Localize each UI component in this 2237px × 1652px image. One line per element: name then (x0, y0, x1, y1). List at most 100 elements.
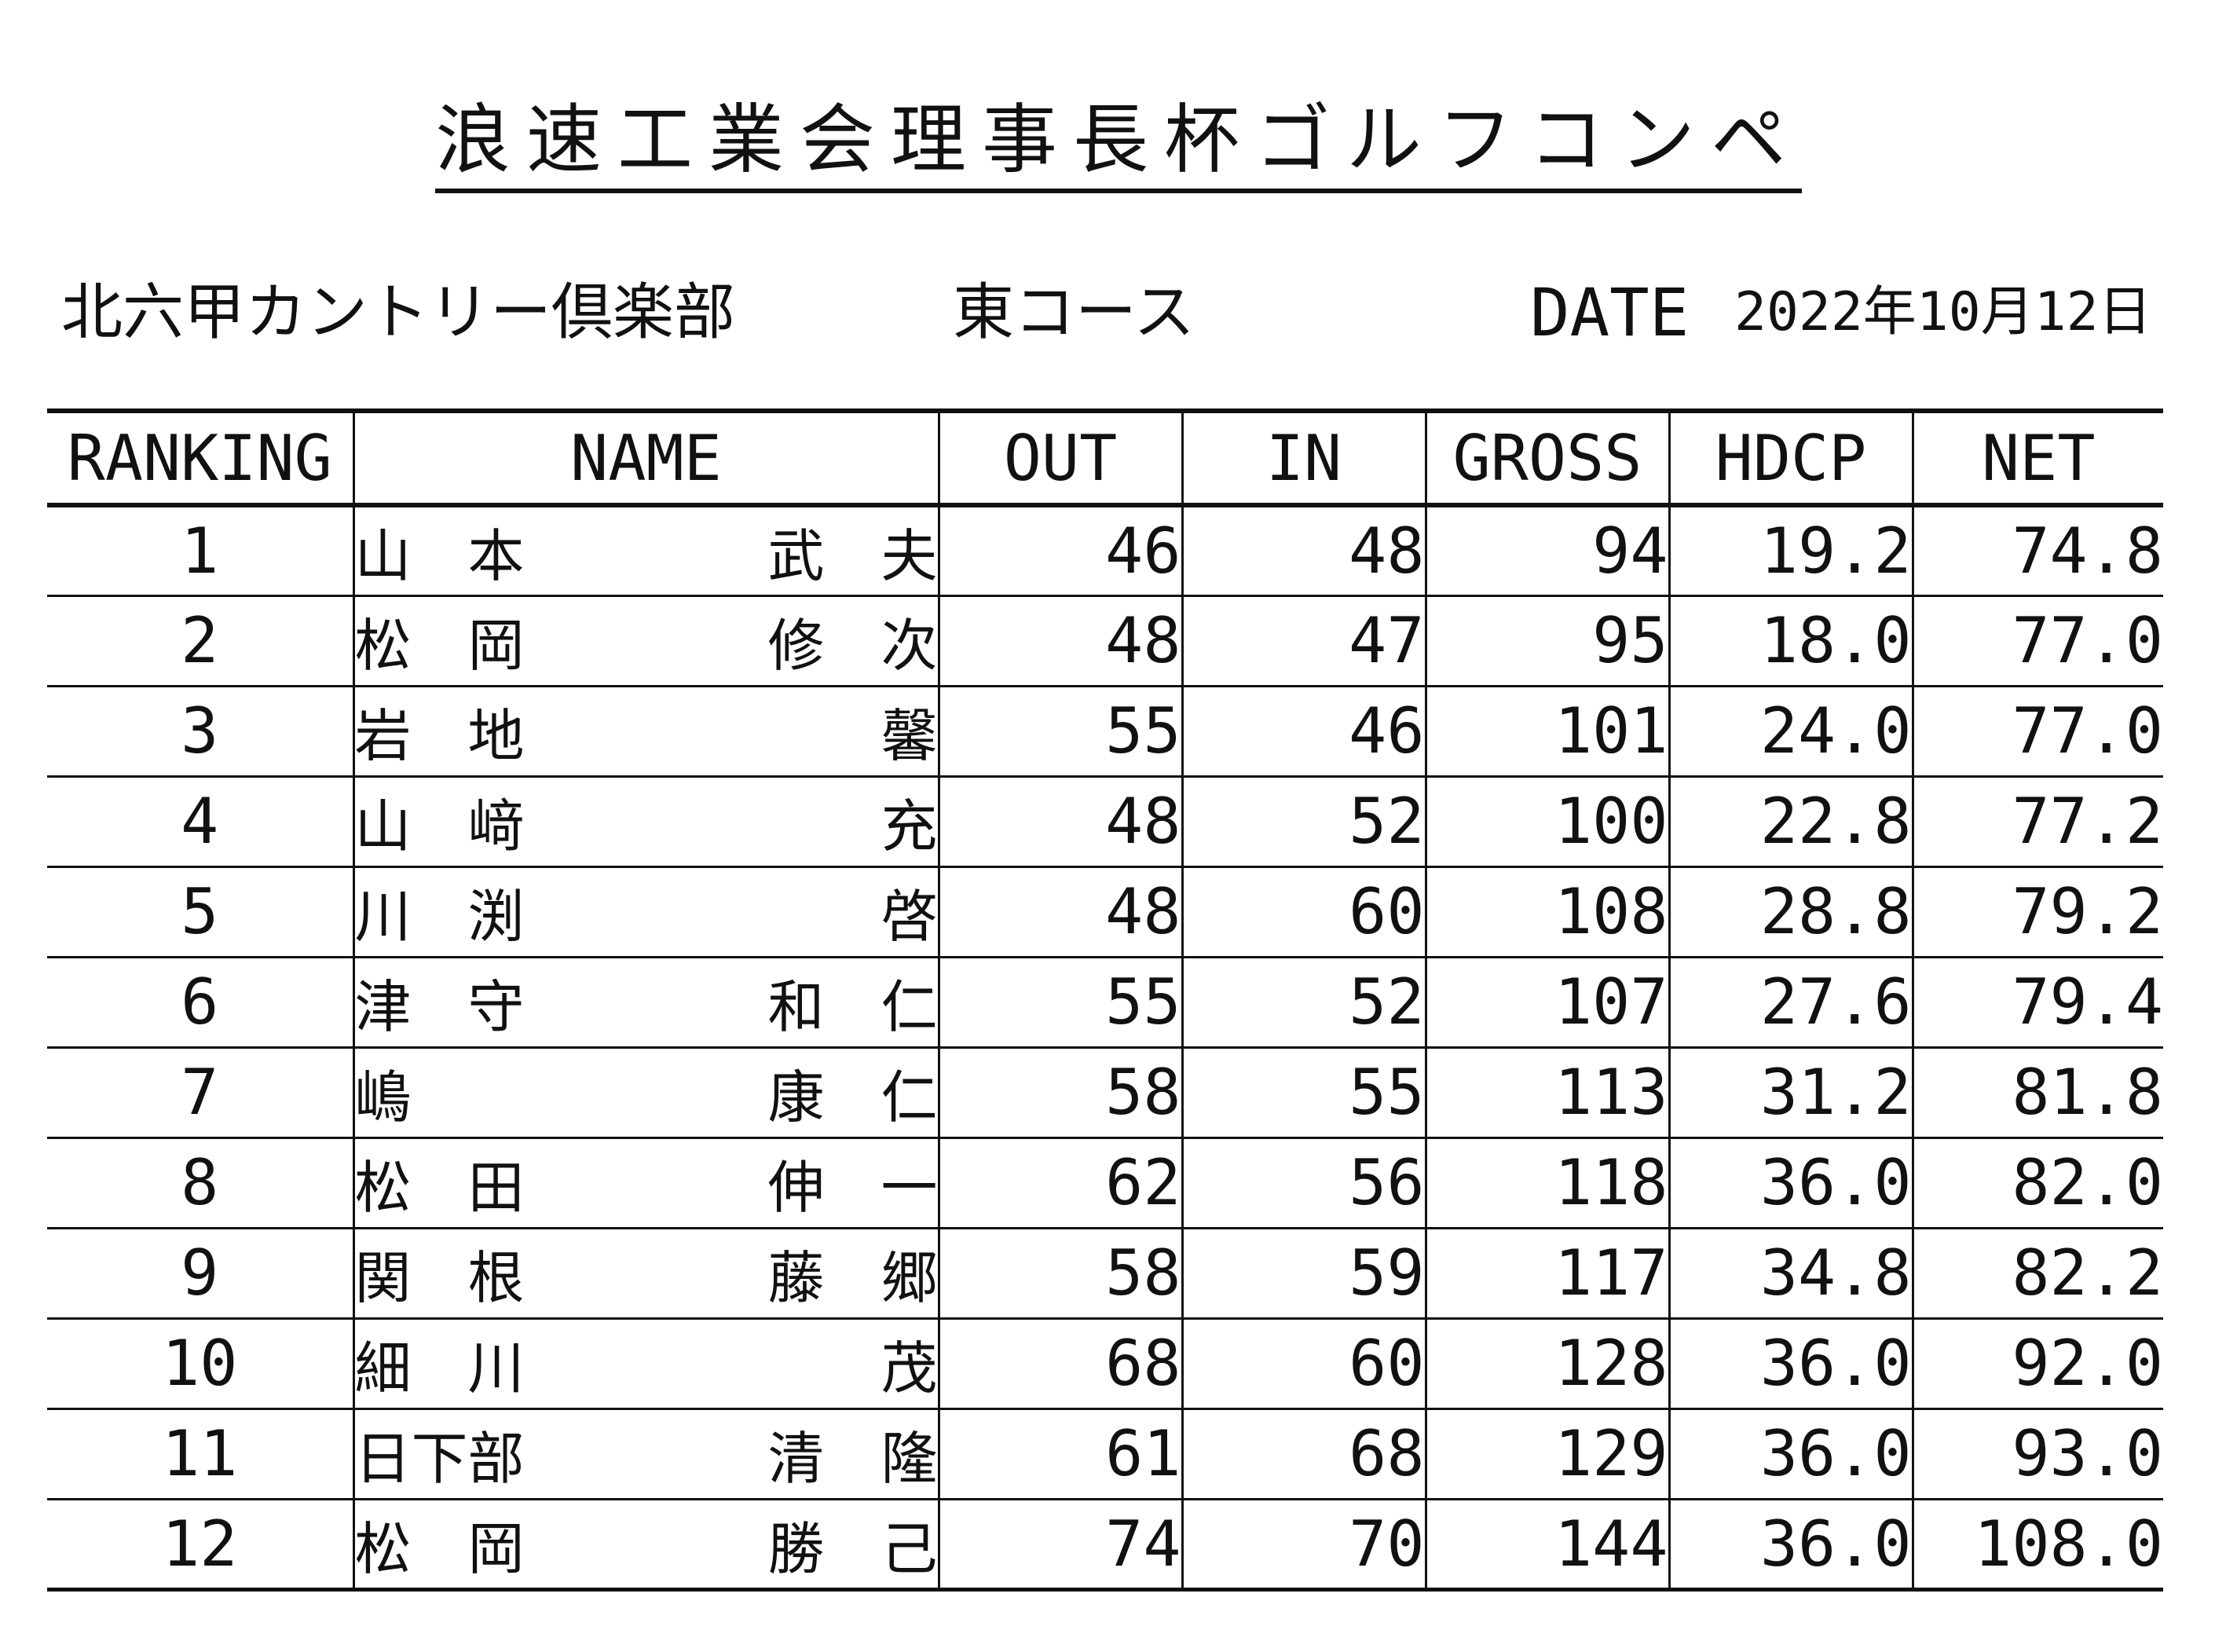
table-row: 7嶋 康 仁 58 55 113 31.2 81.8 (47, 1047, 2163, 1139)
col-header-gross: GROSS (1424, 408, 1669, 507)
hdcp-cell: 28.8 (1668, 866, 1913, 958)
name-cell: 細 川茂 (352, 1318, 939, 1410)
name-wrap: 山 本武 夫 (356, 510, 938, 592)
family-name: 川 渕 (354, 884, 525, 950)
out-cell: 61 (937, 1408, 1182, 1500)
name-wrap: 松 岡修 次 (354, 599, 938, 682)
given-name: 勝 己 (767, 1515, 938, 1582)
name-cell: 日下部 清 隆 (352, 1408, 939, 1500)
out-cell: 48 (937, 866, 1182, 958)
name-cell: 関 根藤 郷 (352, 1228, 939, 1320)
net-cell: 108.0 (1911, 1499, 2163, 1592)
table-row: 8松 田 伸 一 62 56 118 36.0 82.0 (47, 1137, 2163, 1229)
in-cell: 60 (1181, 1318, 1426, 1410)
name-wrap: 嶋康 仁 (354, 1051, 938, 1134)
col-header-in: IN (1181, 408, 1426, 507)
hdcp-cell: 18.0 (1668, 595, 1913, 687)
rank-cell: 4 (47, 776, 353, 868)
name-wrap: 松 岡勝 己 (356, 1503, 938, 1585)
gross-cell: 129 (1424, 1408, 1669, 1500)
out-cell: 68 (937, 1318, 1182, 1410)
name-cell: 岩 地馨 (352, 686, 939, 778)
table-row: 1山 本 武 夫 46 48 94 19.2 74.8 (47, 505, 2163, 597)
net-cell: 82.0 (1911, 1137, 2163, 1229)
table-row: 10 細 川 茂 68 60 128 36.0 92.0 (47, 1318, 2163, 1410)
name-cell: 山 本武 夫 (352, 505, 939, 597)
rank-cell: 12 (47, 1499, 353, 1592)
name-wrap: 岩 地馨 (354, 690, 938, 772)
family-name: 細 川 (354, 1335, 525, 1401)
subtitle-line: 北六甲カントリー倶楽部 東コース DATE 2022年10月12日 (61, 273, 2166, 352)
out-cell: 55 (937, 957, 1182, 1049)
rank-cell: 1 (47, 505, 353, 597)
in-cell: 55 (1181, 1047, 1426, 1139)
out-cell: 55 (937, 686, 1182, 778)
given-name: 清 隆 (767, 1426, 938, 1492)
in-cell: 46 (1181, 686, 1426, 778)
name-wrap: 細 川茂 (354, 1322, 938, 1405)
col-header-ranking: RANKING (47, 408, 353, 507)
name-cell: 山 﨑充 (352, 776, 939, 868)
rank-cell: 9 (47, 1228, 353, 1320)
table-row: 4山 﨑 充 48 52 100 22.8 77.2 (47, 776, 2163, 868)
family-name: 関 根 (354, 1245, 525, 1311)
gross-cell: 107 (1424, 957, 1669, 1049)
in-cell: 52 (1181, 776, 1426, 868)
venue-name: 北六甲カントリー倶楽部 (61, 277, 736, 348)
gross-cell: 113 (1424, 1047, 1669, 1139)
out-cell: 48 (937, 595, 1182, 687)
col-header-name: NAME (352, 408, 939, 507)
gross-cell: 144 (1424, 1499, 1669, 1592)
given-name: 康 仁 (767, 1064, 938, 1130)
out-cell: 58 (937, 1228, 1182, 1320)
course-name: 東コース (953, 277, 1195, 348)
given-name: 馨 (881, 703, 938, 769)
given-name: 和 仁 (767, 974, 938, 1040)
gross-cell: 95 (1424, 595, 1669, 687)
net-cell: 93.0 (1911, 1408, 2163, 1500)
name-cell: 津 守和 仁 (352, 957, 939, 1049)
family-name: 嶋 (354, 1064, 412, 1130)
table-row: 11 日下部 清 隆 61 68 129 36.0 93.0 (47, 1408, 2163, 1500)
in-cell: 56 (1181, 1137, 1426, 1229)
gross-cell: 128 (1424, 1318, 1669, 1410)
family-name: 日下部 (354, 1426, 525, 1492)
table-row: 9関 根 藤 郷 58 59 117 34.8 82.2 (47, 1228, 2163, 1320)
given-name: 啓 (881, 884, 938, 950)
table-row: 12 松 岡 勝 己 74 70 144 36.0 108.0 (47, 1499, 2163, 1592)
table-row: 6津 守 和 仁 55 52 107 27.6 79.4 (47, 957, 2163, 1049)
rank-cell: 6 (47, 957, 353, 1049)
rank-cell: 8 (47, 1137, 353, 1229)
net-cell: 79.2 (1911, 866, 2163, 958)
out-cell: 46 (937, 505, 1182, 597)
hdcp-cell: 36.0 (1668, 1137, 1913, 1229)
hdcp-cell: 31.2 (1668, 1047, 1913, 1139)
family-name: 松 岡 (354, 613, 525, 679)
in-cell: 68 (1181, 1408, 1426, 1500)
out-cell: 62 (937, 1137, 1182, 1229)
out-cell: 58 (937, 1047, 1182, 1139)
name-cell: 嶋康 仁 (352, 1047, 939, 1139)
table-row: 5川 渕 啓 48 60 108 28.8 79.2 (47, 866, 2163, 958)
rank-cell: 10 (47, 1318, 353, 1410)
title-text: 浪速工業会理事長杯ゴルフコンペ (435, 102, 1802, 193)
given-name: 伸 一 (767, 1155, 938, 1221)
out-cell: 48 (937, 776, 1182, 868)
name-wrap: 関 根藤 郷 (354, 1232, 938, 1314)
rank-cell: 11 (47, 1408, 353, 1500)
header-row: RANKING NAME OUT IN GROSS HDCP NET (47, 408, 2163, 507)
gross-cell: 94 (1424, 505, 1669, 597)
rank-cell: 2 (47, 595, 353, 687)
col-header-net: NET (1911, 408, 2163, 507)
given-name: 茂 (881, 1335, 938, 1401)
name-cell: 川 渕啓 (352, 866, 939, 958)
date-value: 2022年10月12日 (1734, 281, 2152, 343)
family-name: 岩 地 (354, 703, 525, 769)
name-cell: 松 岡修 次 (352, 595, 939, 687)
document-title: 浪速工業会理事長杯ゴルフコンペ (0, 102, 2237, 193)
net-cell: 92.0 (1911, 1318, 2163, 1410)
net-cell: 79.4 (1911, 957, 2163, 1049)
net-cell: 77.2 (1911, 776, 2163, 868)
rank-cell: 5 (47, 866, 353, 958)
rank-cell: 3 (47, 686, 353, 778)
